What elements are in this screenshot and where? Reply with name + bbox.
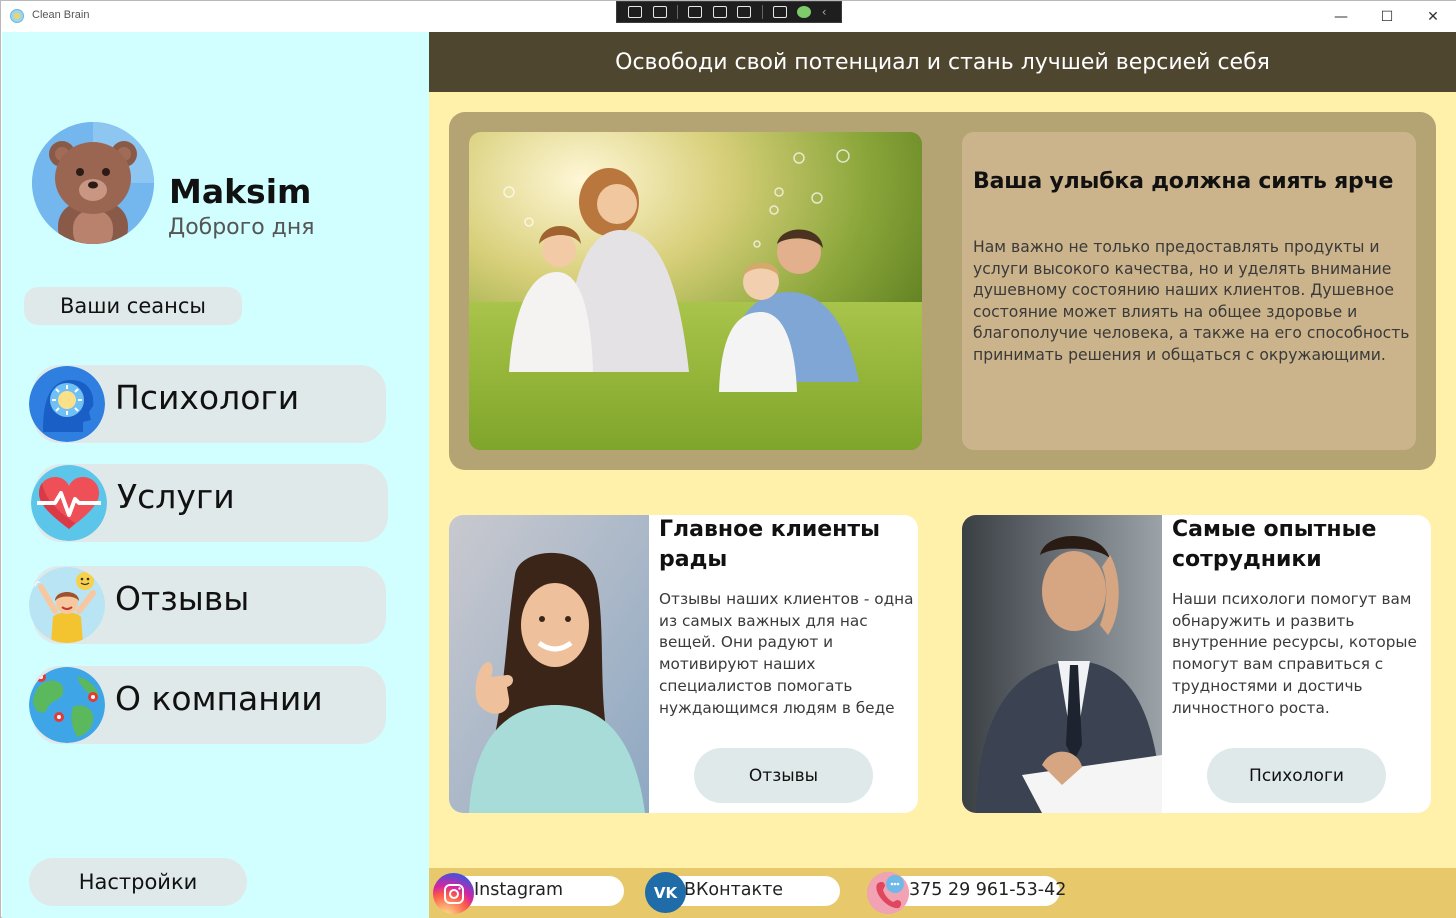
record-icon[interactable] <box>652 6 667 18</box>
toolbar-divider <box>761 5 763 19</box>
nav-item-about[interactable]: О компании <box>29 666 386 744</box>
reviews-card: Главное клиенты рады Отзывы наших клиент… <box>449 515 918 813</box>
nav-label: Отзывы <box>115 579 250 618</box>
heart-pulse-icon <box>31 465 107 541</box>
psychologists-button[interactable]: Психологи <box>1207 748 1386 803</box>
vk-label: ВКонтакте <box>684 880 784 900</box>
psychologist-photo <box>962 515 1162 813</box>
family-photo <box>469 132 922 450</box>
brain-head-icon <box>29 366 105 442</box>
live-tree-icon[interactable] <box>628 6 643 18</box>
card-description: Наши психологи помогут вам обнаружить и … <box>1172 590 1417 717</box>
vk-link[interactable]: ВКонтакте <box>659 876 840 906</box>
happy-client-photo <box>449 515 649 813</box>
settings-button[interactable]: Настройки <box>29 858 247 906</box>
track-focus-icon[interactable] <box>737 6 752 18</box>
hot-reload-icon[interactable] <box>772 6 787 18</box>
card-description: Отзывы наших клиентов - одна из самых ва… <box>659 590 914 717</box>
close-button[interactable]: ✕ <box>1410 4 1456 30</box>
happy-person-icon <box>29 567 105 643</box>
phone-chat-icon[interactable] <box>867 872 909 914</box>
collapse-toolbar-icon[interactable]: ‹ <box>822 6 830 18</box>
globe-icon <box>29 667 105 743</box>
staff-card: Самые опытные сотрудники Наши психологи … <box>962 515 1431 813</box>
title-bar[interactable]: Clean Brain ‹ — ☐ ✕ <box>1 1 1456 32</box>
nav-label: Услуги <box>117 477 235 516</box>
vk-icon[interactable]: VK <box>645 872 686 913</box>
card-title: Самые опытные сотрудники <box>1172 517 1377 572</box>
instagram-icon[interactable] <box>433 873 474 914</box>
hero-text-panel: Ваша улыбка должна сиять ярче Нам важно … <box>962 132 1416 450</box>
hero-title: Ваша улыбка должна сиять ярче <box>973 169 1394 194</box>
sidebar: Maksim Доброго дня Ваши сеансы Психологи… <box>2 32 429 918</box>
display-layout-icon[interactable] <box>712 6 727 18</box>
sessions-button[interactable]: Ваши сеансы <box>24 287 242 325</box>
select-element-icon[interactable] <box>688 6 703 18</box>
card-title: Главное клиенты рады <box>659 517 881 572</box>
app-window: Clean Brain ‹ — ☐ ✕ Maksim Доброго дня В… <box>0 0 1456 918</box>
page-banner: Освободи свой потенциал и стань лучшей в… <box>429 32 1456 92</box>
greeting-text: Доброго дня <box>168 215 315 240</box>
nav-item-services[interactable]: Услуги <box>31 464 388 542</box>
nav-item-reviews[interactable]: Отзывы <box>29 566 386 644</box>
bear-avatar-icon[interactable] <box>32 122 154 244</box>
reviews-button[interactable]: Отзывы <box>694 748 873 803</box>
instagram-link[interactable]: Instagram <box>449 876 624 906</box>
debug-toolbar: ‹ <box>616 1 842 23</box>
nav-label: Психологи <box>115 378 300 417</box>
user-name: Maksim <box>169 172 312 211</box>
hero-panel: Ваша улыбка должна сиять ярче Нам важно … <box>449 112 1436 470</box>
maximize-button[interactable]: ☐ <box>1364 4 1410 30</box>
toolbar-divider <box>676 5 678 19</box>
nav-label: О компании <box>115 679 323 718</box>
hero-description: Нам важно не только предоставлять продук… <box>973 238 1410 364</box>
window-title: Clean Brain <box>32 9 90 21</box>
app-logo-icon <box>10 9 24 23</box>
phone-number: 375 29 961-53-42 <box>909 880 1067 900</box>
hot-reload-ok-icon <box>797 6 812 18</box>
nav-item-psychologists[interactable]: Психологи <box>29 365 386 443</box>
instagram-label: Instagram <box>474 880 564 900</box>
minimize-button[interactable]: — <box>1318 4 1364 30</box>
main-content: Освободи свой потенциал и стань лучшей в… <box>429 32 1456 918</box>
footer-bar: Instagram ВКонтакте VK 375 29 961-53-42 <box>429 868 1456 918</box>
